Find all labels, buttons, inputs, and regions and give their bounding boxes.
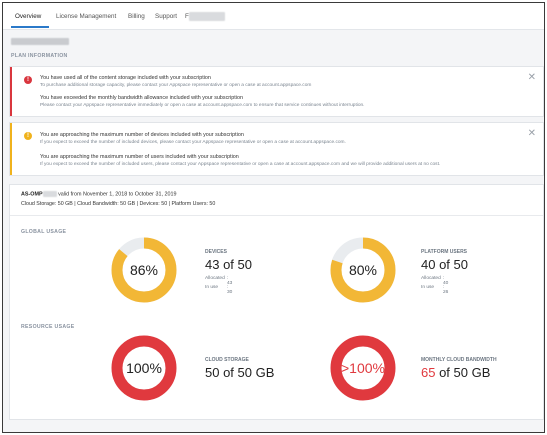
alert-warning-bar (10, 123, 12, 175)
tab-support[interactable]: Support (155, 13, 177, 20)
bandwidth-value: 65 of 50 GB (421, 365, 490, 380)
cloud-storage-value: 50 of 50 GB (205, 365, 275, 380)
devices-allocated: Allocated : 43 (205, 276, 232, 286)
alert-error: ! ✕ You have used all of the content sto… (9, 66, 544, 117)
error-icon: ! (24, 76, 32, 84)
top-nav: Overview License Management Billing Supp… (3, 3, 544, 30)
platform-users-value: 40 of 50 (421, 257, 468, 272)
redacted-plan-code (42, 191, 57, 197)
bandwidth-alert-title: You have exceeded the monthly bandwidth … (40, 95, 243, 101)
platform-users-inuse-label: In use (421, 285, 435, 290)
alert-warning: ! ✕ You are approaching the maximum numb… (9, 122, 544, 176)
devices-inuse-label: In use (205, 285, 219, 290)
bandwidth-used-value: 65 (421, 365, 436, 380)
devices-alert-title: You are approaching the maximum number o… (40, 132, 244, 138)
close-icon[interactable]: ✕ (528, 73, 536, 83)
devices-inuse-value: : 30 (227, 285, 233, 295)
devices-alert-body: If you expect to exceed the number of in… (40, 140, 346, 145)
devices-donut: 86% (111, 237, 177, 303)
plan-usage-panel: AS-OMP valid from November 1, 2018 to Oc… (9, 184, 544, 420)
close-icon[interactable]: ✕ (528, 129, 536, 139)
tab-overview[interactable]: Overview (15, 13, 41, 20)
plan-information-heading: PLAN INFORMATION (11, 53, 68, 59)
storage-alert-title: You have used all of the content storage… (40, 75, 211, 81)
redacted-org-name (11, 38, 69, 45)
users-alert-title: You are approaching the maximum number o… (40, 154, 239, 160)
plan-code: AS-OMP (21, 191, 43, 198)
tab-billing[interactable]: Billing (128, 13, 145, 20)
plan-validity-text: valid from November 1, 2018 to October 3… (58, 191, 177, 198)
plan-summary: Cloud Storage: 50 GB | Cloud Bandwidth: … (21, 201, 216, 207)
storage-alert-body: To purchase additional storage capacity,… (40, 83, 312, 88)
devices-inuse: In use : 30 (205, 285, 232, 295)
bandwidth-donut: >100% (330, 335, 396, 401)
cloud-storage-percent: 100% (126, 360, 162, 376)
warning-icon: ! (24, 132, 32, 140)
devices-title: DEVICES (205, 249, 227, 255)
bandwidth-title: MONTHLY CLOUD BANDWIDTH (421, 357, 497, 363)
app-window: Overview License Management Billing Supp… (2, 2, 545, 433)
global-usage-heading: GLOBAL USAGE (21, 229, 67, 235)
platform-users-allocated: Allocated : 40 (421, 276, 448, 286)
devices-value: 43 of 50 (205, 257, 252, 272)
bandwidth-limit-text: of 50 GB (435, 365, 491, 380)
bandwidth-percent: >100% (341, 360, 385, 376)
tab-license-management[interactable]: License Management (56, 13, 116, 20)
active-tab-indicator (11, 26, 49, 28)
platform-users-inuse-value: : 26 (443, 285, 449, 295)
platform-users-allocated-label: Allocated (421, 276, 441, 281)
devices-allocated-label: Allocated (205, 276, 225, 281)
users-alert-body: If you expect to exceed the number of in… (40, 162, 441, 167)
cloud-storage-title: CLOUD STORAGE (205, 357, 249, 363)
redacted-tab (189, 12, 225, 21)
cloud-storage-donut: 100% (111, 335, 177, 401)
resource-usage-heading: RESOURCE USAGE (21, 324, 75, 330)
bandwidth-alert-body: Please contact your Appspace representat… (40, 103, 365, 108)
plan-validity: AS-OMP valid from November 1, 2018 to Oc… (21, 191, 176, 197)
platform-users-donut: 80% (330, 237, 396, 303)
platform-users-title: PLATFORM USERS (421, 249, 468, 255)
alert-error-bar (10, 67, 12, 116)
devices-percent: 86% (129, 262, 159, 278)
platform-users-percent: 80% (348, 262, 378, 278)
platform-users-inuse: In use : 26 (421, 285, 448, 295)
divider (10, 215, 543, 216)
